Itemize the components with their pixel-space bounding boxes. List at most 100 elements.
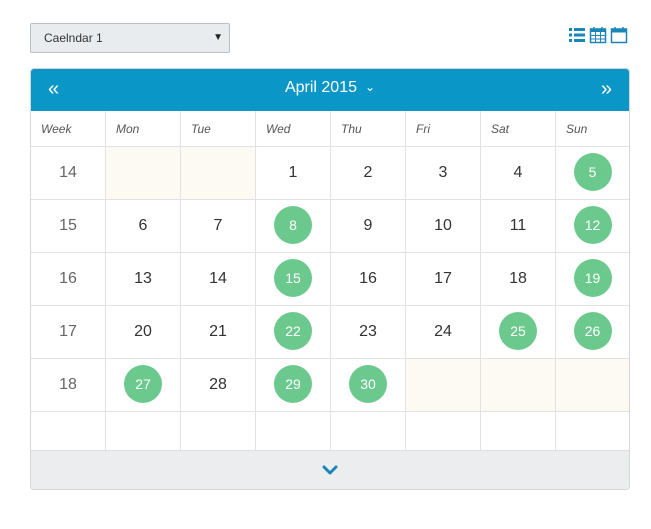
- outside-month-cell: [406, 359, 481, 411]
- calendar-grid: Week Mon Tue Wed Thu Fri Sat Sun 14 1 2 3 4 5…: [31, 111, 629, 450]
- dropdown-arrow-icon: ▼: [213, 32, 223, 43]
- weekday-header: Sun: [566, 121, 588, 136]
- day-cell[interactable]: 22: [256, 306, 331, 358]
- empty-cell: [181, 412, 256, 450]
- weekday-header: Week: [31, 111, 106, 146]
- week-row: 15 6 7 8 9 10 11 12: [31, 200, 629, 253]
- day-number: 9: [363, 217, 373, 234]
- day-cell[interactable]: 19: [556, 253, 629, 305]
- empty-cell: [31, 412, 106, 450]
- calendar-view-icon[interactable]: [610, 26, 628, 44]
- day-cell[interactable]: 8: [256, 200, 331, 252]
- day-number: 7: [213, 217, 223, 234]
- weekday-header: Tue: [181, 111, 256, 146]
- event-day-marker[interactable]: 19: [573, 258, 612, 297]
- week-number: 18: [31, 359, 106, 411]
- month-title[interactable]: April 2015 ⌄: [31, 79, 629, 97]
- event-day-marker[interactable]: 30: [349, 364, 387, 403]
- calendar-header: « April 2015 ⌄ »: [31, 69, 629, 111]
- day-number: 21: [209, 323, 227, 340]
- calendar-select-value: Caelndar 1: [44, 31, 103, 45]
- event-day-marker[interactable]: 15: [274, 258, 312, 297]
- week-row: 18 27 28 29 30: [31, 359, 629, 412]
- expand-footer[interactable]: [31, 450, 629, 489]
- weekday-header: Fri: [406, 111, 481, 146]
- outside-month-cell: [556, 359, 629, 411]
- empty-week-row: [31, 412, 629, 450]
- day-number: 10: [434, 217, 452, 234]
- week-number: 16: [31, 253, 106, 305]
- day-cell[interactable]: 12: [556, 200, 629, 252]
- day-cell[interactable]: 20: [106, 306, 181, 358]
- day-number: 2: [363, 164, 373, 181]
- chevron-down-icon: ⌄: [364, 80, 376, 94]
- day-number: 11: [509, 217, 527, 234]
- event-day-marker[interactable]: 12: [573, 205, 612, 244]
- weekday-header: Wed: [256, 111, 331, 146]
- day-cell[interactable]: 18: [481, 253, 556, 305]
- day-cell[interactable]: 9: [331, 200, 406, 252]
- day-cell[interactable]: 11: [481, 200, 556, 252]
- day-number: 3: [438, 164, 448, 181]
- next-month-button[interactable]: »: [601, 79, 612, 99]
- day-cell[interactable]: 30: [331, 359, 406, 411]
- day-number: 13: [134, 270, 152, 287]
- event-day-marker[interactable]: 8: [274, 205, 312, 244]
- day-cell[interactable]: 14: [181, 253, 256, 305]
- event-day-marker[interactable]: 29: [274, 364, 312, 403]
- day-number: 17: [434, 270, 452, 287]
- day-number: 14: [209, 270, 227, 287]
- day-cell[interactable]: 1: [256, 147, 331, 199]
- day-cell[interactable]: 6: [106, 200, 181, 252]
- day-number: 28: [209, 376, 227, 393]
- day-cell[interactable]: 27: [106, 359, 181, 411]
- weekday-header: Sat: [481, 111, 556, 146]
- day-cell[interactable]: 3: [406, 147, 481, 199]
- week-number: 14: [31, 147, 106, 199]
- week-row: 14 1 2 3 4 5: [31, 147, 629, 200]
- day-cell[interactable]: 24: [406, 306, 481, 358]
- day-cell[interactable]: 21: [181, 306, 256, 358]
- event-day-marker[interactable]: 27: [124, 364, 162, 403]
- event-day-marker[interactable]: 25: [499, 311, 537, 350]
- outside-month-cell: [181, 147, 256, 199]
- empty-cell: [556, 412, 629, 450]
- calendar-select[interactable]: Caelndar 1 ▼: [30, 23, 230, 53]
- week-number: 17: [31, 306, 106, 358]
- outside-month-cell: [106, 147, 181, 199]
- day-cell[interactable]: 4: [481, 147, 556, 199]
- view-switcher: [568, 26, 628, 44]
- empty-cell: [106, 412, 181, 450]
- day-cell[interactable]: 13: [106, 253, 181, 305]
- day-cell[interactable]: 16: [331, 253, 406, 305]
- event-day-marker[interactable]: 26: [573, 311, 612, 350]
- day-cell[interactable]: 29: [256, 359, 331, 411]
- day-cell[interactable]: 15: [256, 253, 331, 305]
- day-number: 24: [434, 323, 452, 340]
- week-row: 17 20 21 22 23 24 25 26: [31, 306, 629, 359]
- day-number: 6: [138, 217, 148, 234]
- event-day-marker[interactable]: 5: [573, 152, 612, 191]
- empty-cell: [256, 412, 331, 450]
- week-row: 16 13 14 15 16 17 18 19: [31, 253, 629, 306]
- day-cell[interactable]: 5: [556, 147, 629, 199]
- empty-cell: [406, 412, 481, 450]
- event-day-marker[interactable]: 22: [274, 311, 312, 350]
- month-title-label: April 2015: [284, 79, 357, 96]
- day-cell[interactable]: 25: [481, 306, 556, 358]
- month-grid-view-icon[interactable]: [589, 26, 607, 44]
- day-cell[interactable]: 28: [181, 359, 256, 411]
- empty-cell: [481, 412, 556, 450]
- day-cell[interactable]: 2: [331, 147, 406, 199]
- day-cell[interactable]: 17: [406, 253, 481, 305]
- day-cell[interactable]: 26: [556, 306, 629, 358]
- list-view-icon[interactable]: [568, 26, 586, 44]
- chevron-down-icon: [322, 465, 338, 475]
- day-cell[interactable]: 23: [331, 306, 406, 358]
- day-cell[interactable]: 7: [181, 200, 256, 252]
- day-number: 23: [359, 323, 377, 340]
- empty-cell: [331, 412, 406, 450]
- weekday-header: Thu: [331, 111, 406, 146]
- day-cell[interactable]: 10: [406, 200, 481, 252]
- day-number: 18: [509, 270, 527, 287]
